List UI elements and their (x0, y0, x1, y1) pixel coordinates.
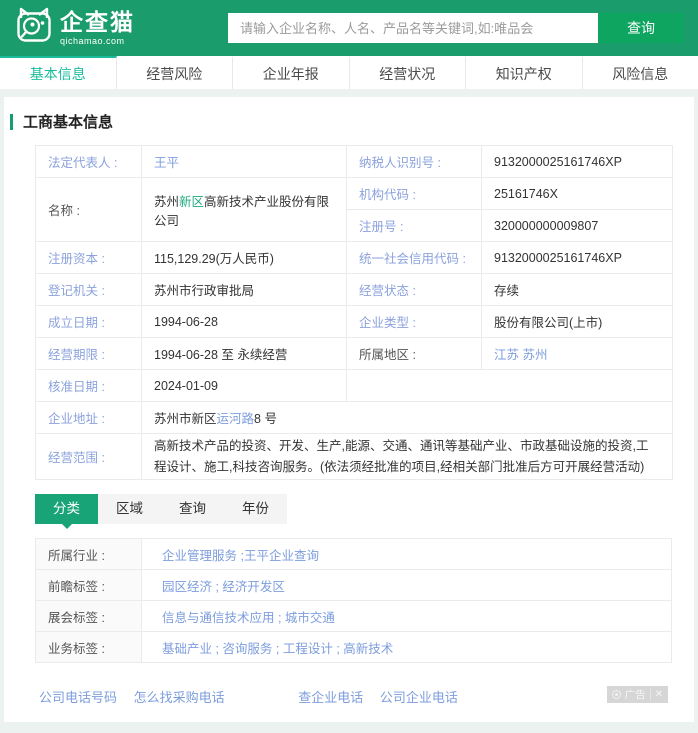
tag-link[interactable]: ; 咨询服务 (212, 642, 272, 656)
reg-no-label: 注册号 : (347, 210, 482, 242)
empty-cell (347, 370, 673, 402)
address-label: 企业地址 : (36, 402, 142, 434)
subtab-category[interactable]: 分类 (35, 494, 98, 524)
logo[interactable]: 企查猫 qichamao.com (14, 6, 135, 51)
table-row: 业务标签 : 基础产业 ; 咨询服务 ; 工程设计 ; 高新技术 (36, 632, 672, 663)
table-row: 所属行业 : 企业管理服务 ;王平企业查询 (36, 539, 672, 570)
footer-links: 公司电话号码 怎么找采购电话 查企业电话 公司企业电话 (39, 687, 694, 706)
tag-link[interactable]: ; 经济开发区 (212, 580, 285, 594)
filter-tabs: 分类 区域 查询 年份 (35, 494, 287, 524)
tab-risk-info[interactable]: 风险信息 (583, 56, 698, 89)
page-title: 工商基本信息 (23, 111, 113, 132)
table-row: 核准日期 : 2024-01-09 (36, 370, 673, 402)
approval-date-label: 核准日期 : (36, 370, 142, 402)
exhibition-tags-label: 展会标签 : (36, 601, 142, 632)
status-value: 存续 (482, 274, 673, 306)
section-accent-bar (10, 114, 13, 130)
tab-intellectual-property[interactable]: 知识产权 (466, 56, 583, 89)
logo-domain: qichamao.com (60, 37, 135, 46)
address-value: 苏州市新区运河路8 号 (142, 402, 673, 434)
ad-label: 广告 (625, 687, 646, 702)
tag-link[interactable]: ;王平企业查询 (237, 549, 319, 563)
business-scope-value: 高新技术产品的投资、开发、生产,能源、交通、通讯等基础产业、市政基础设施的投资,… (142, 434, 673, 480)
tag-link[interactable]: 企业管理服务 (162, 549, 237, 563)
name-highlight: 新区 (179, 195, 204, 209)
company-type-label: 企业类型 : (347, 306, 482, 338)
table-row: 经营期限 : 1994-06-28 至 永续经营 所属地区 : 江苏 苏州 (36, 338, 673, 370)
table-row: 前瞻标签 : 园区经济 ; 经济开发区 (36, 570, 672, 601)
business-info-table: 法定代表人 : 王平 纳税人识别号 : 9132000025161746XP 名… (35, 145, 673, 480)
footer-link-lookup[interactable]: 查企业电话 (298, 690, 363, 705)
tab-annual-report[interactable]: 企业年报 (233, 56, 350, 89)
cat-magnifier-icon (14, 6, 54, 51)
reg-capital-value: 115,129.29(万人民币) (142, 242, 347, 274)
section-title: 工商基本信息 (10, 111, 694, 132)
reg-capital-label: 注册资本 : (36, 242, 142, 274)
subtab-region[interactable]: 区域 (98, 494, 161, 524)
reg-authority-label: 登记机关 : (36, 274, 142, 306)
tags-table: 所属行业 : 企业管理服务 ;王平企业查询 前瞻标签 : 园区经济 ; 经济开发… (35, 538, 672, 663)
org-code-label: 机构代码 : (347, 178, 482, 210)
tag-link[interactable]: ; 工程设计 (272, 642, 332, 656)
main-panel: 工商基本信息 法定代表人 : 王平 纳税人识别号 : 9132000025161… (4, 97, 694, 722)
tag-link[interactable]: 信息与通信技术应用 (162, 611, 275, 625)
table-row: 企业地址 : 苏州市新区运河路8 号 (36, 402, 673, 434)
credit-code-value: 9132000025161746XP (482, 242, 673, 274)
tag-link[interactable]: 园区经济 (162, 580, 212, 594)
logo-title: 企查猫 (60, 11, 135, 34)
business-scope-label: 经营范围 : (36, 434, 142, 480)
tag-link[interactable]: 基础产业 (162, 642, 212, 656)
reg-no-value: 320000000009807 (482, 210, 673, 242)
table-row: 登记机关 : 苏州市行政审批局 经营状态 : 存续 (36, 274, 673, 306)
ad-badge: 广告 ✕ (607, 686, 668, 703)
approval-date-value: 2024-01-09 (142, 370, 347, 402)
search-bar: 查询 (228, 13, 684, 43)
tag-link[interactable]: ; 城市交通 (275, 611, 335, 625)
credit-code-label: 统一社会信用代码 : (347, 242, 482, 274)
established-date-value: 1994-06-28 (142, 306, 347, 338)
business-tags-label: 业务标签 : (36, 632, 142, 663)
legal-rep-link[interactable]: 王平 (154, 156, 179, 170)
address-road-link[interactable]: 运河路 (217, 412, 255, 426)
company-type-value: 股份有限公司(上市) (482, 306, 673, 338)
footer-link-procurement[interactable]: 怎么找采购电话 (134, 690, 225, 705)
company-name-label: 名称 : (36, 178, 142, 242)
org-code-value: 25161746X (482, 178, 673, 210)
status-label: 经营状态 : (347, 274, 482, 306)
business-term-value: 1994-06-28 至 永续经营 (142, 338, 347, 370)
established-date-label: 成立日期 : (36, 306, 142, 338)
table-row: 成立日期 : 1994-06-28 企业类型 : 股份有限公司(上市) (36, 306, 673, 338)
table-row: 注册资本 : 115,129.29(万人民币) 统一社会信用代码 : 91320… (36, 242, 673, 274)
company-name-value: 苏州新区高新技术产业股份有限公司 (142, 178, 347, 242)
footer-link-company-phone[interactable]: 公司企业电话 (380, 690, 458, 705)
divider (650, 689, 651, 700)
subtab-query[interactable]: 查询 (161, 494, 224, 524)
search-button[interactable]: 查询 (598, 13, 684, 43)
tab-operating-risk[interactable]: 经营风险 (117, 56, 234, 89)
search-input[interactable] (228, 13, 598, 43)
subtab-year[interactable]: 年份 (224, 494, 287, 524)
reg-authority-value: 苏州市行政审批局 (142, 274, 347, 306)
industry-label: 所属行业 : (36, 539, 142, 570)
taxpayer-id-value: 9132000025161746XP (482, 146, 673, 178)
region-link[interactable]: 江苏 苏州 (494, 348, 547, 362)
table-row: 经营范围 : 高新技术产品的投资、开发、生产,能源、交通、通讯等基础产业、市政基… (36, 434, 673, 480)
table-row: 展会标签 : 信息与通信技术应用 ; 城市交通 (36, 601, 672, 632)
tab-operating-status[interactable]: 经营状况 (350, 56, 467, 89)
region-label: 所属地区 : (347, 338, 482, 370)
table-row: 法定代表人 : 王平 纳税人识别号 : 9132000025161746XP (36, 146, 673, 178)
legal-rep-label: 法定代表人 : (36, 146, 142, 178)
foresight-tags-label: 前瞻标签 : (36, 570, 142, 601)
tag-link[interactable]: ; 高新技术 (333, 642, 393, 656)
ad-close-icon[interactable]: ✕ (655, 689, 663, 700)
tab-basic-info[interactable]: 基本信息 (0, 56, 117, 89)
nav-tabs: 基本信息 经营风险 企业年报 经营状况 知识产权 风险信息 (0, 56, 698, 89)
table-row: 名称 : 苏州新区高新技术产业股份有限公司 机构代码 : 25161746X (36, 178, 673, 210)
footer-link-phone[interactable]: 公司电话号码 (39, 690, 117, 705)
ad-info-icon (612, 690, 621, 699)
taxpayer-id-label: 纳税人识别号 : (347, 146, 482, 178)
header: 企查猫 qichamao.com 查询 (0, 0, 698, 56)
business-term-label: 经营期限 : (36, 338, 142, 370)
